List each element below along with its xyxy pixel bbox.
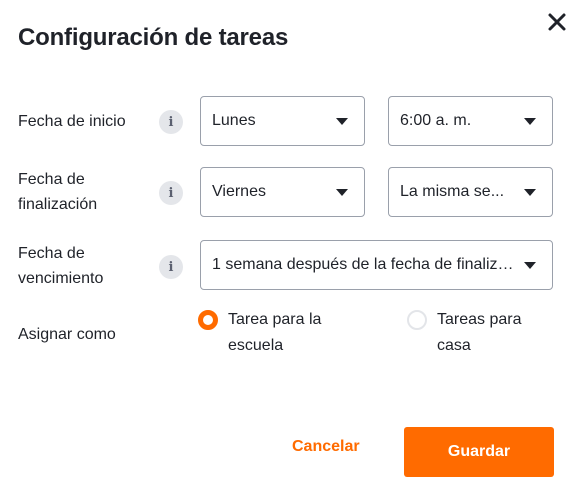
start-time-select[interactable]: 6:00 a. m. [388,96,553,146]
chevron-down-icon [524,261,536,269]
due-date-info-icon[interactable]: i [159,255,183,279]
chevron-down-icon [336,188,348,196]
assign-as-label-text: Asignar como [18,326,116,343]
save-button[interactable]: Guardar [404,427,554,477]
info-glyph: i [168,259,174,275]
end-date-label-line1: Fecha de [18,171,85,188]
end-day-select[interactable]: Viernes [200,167,365,217]
info-glyph: i [168,114,174,130]
close-button[interactable] [545,10,569,34]
radio-homework-label: Tareas para casa [437,307,522,359]
chevron-down-icon [524,188,536,196]
radio-homework-line2: casa [437,337,471,354]
start-time-value: 6:00 a. m. [400,112,472,129]
start-date-info-icon[interactable]: i [159,110,183,134]
due-date-select[interactable]: 1 semana después de la fecha de finaliza… [200,240,553,290]
radio-school-task-line2: escuela [228,337,284,354]
radio-homework-line1: Tareas para [437,311,522,328]
start-day-value: Lunes [212,112,256,129]
start-day-select[interactable]: Lunes [200,96,365,146]
end-date-label-line2: finalización [18,196,98,213]
radio-school-task[interactable]: Tarea para la escuela [198,307,321,359]
end-time-select[interactable]: La misma se... [388,167,553,217]
radio-homework[interactable]: Tareas para casa [407,307,522,359]
radio-selected-icon [198,310,218,330]
due-date-value: 1 semana después de la fecha de finaliza… [212,256,516,273]
radio-school-task-label: Tarea para la escuela [228,307,321,359]
info-glyph: i [168,185,174,201]
task-settings-dialog: Configuración de tareas Fecha de inicio … [0,0,581,502]
dialog-title: Configuración de tareas [18,24,289,51]
end-date-info-icon[interactable]: i [159,181,183,205]
end-day-value: Viernes [212,183,266,200]
due-date-label-line1: Fecha de [18,245,85,262]
end-time-value: La misma se... [400,183,505,200]
chevron-down-icon [524,117,536,125]
radio-unselected-icon [407,310,427,330]
due-date-label-line2: vencimiento [18,270,104,287]
close-icon [548,13,566,31]
assign-as-label: Asignar como [18,322,116,347]
start-date-label: Fecha de inicio [18,109,126,134]
cancel-button[interactable]: Cancelar [292,438,360,456]
save-button-label: Guardar [447,443,511,460]
chevron-down-icon [336,117,348,125]
start-date-label-text: Fecha de inicio [18,113,126,130]
radio-school-task-line1: Tarea para la [228,311,322,328]
due-date-label: Fecha de vencimiento [18,241,103,291]
end-date-label: Fecha de finalización [18,167,97,217]
